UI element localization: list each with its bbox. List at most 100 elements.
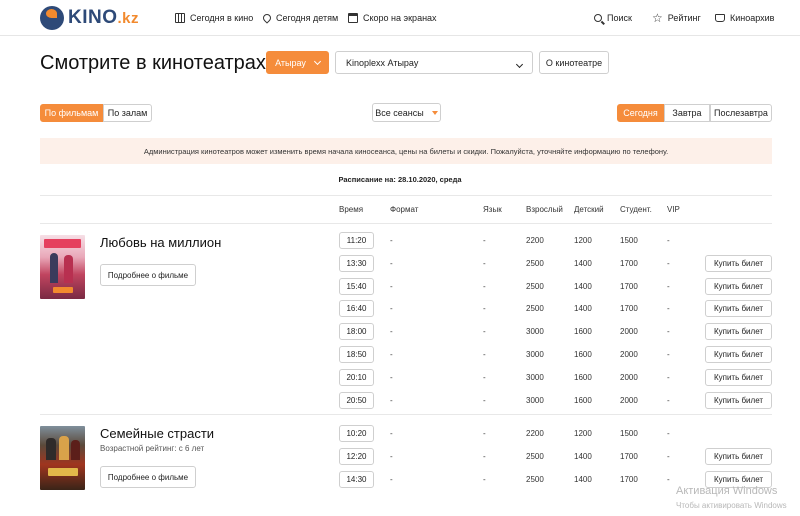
cinema-label: Kinoplexx Атырау [346, 57, 419, 68]
sessions-filter-dropdown[interactable]: Все сеансы [372, 103, 441, 122]
student-price-cell: 1700 [620, 281, 638, 291]
tab-label: Завтра [672, 108, 702, 118]
session-row: 16:40 - - 2500 1400 1700 - Купить билет [0, 300, 800, 323]
format-cell: - [390, 395, 393, 405]
tab-label: Сегодня [623, 108, 658, 118]
student-price-cell: 2000 [620, 372, 638, 382]
language-cell: - [483, 474, 486, 484]
format-cell: - [390, 372, 393, 382]
format-cell: - [390, 236, 393, 245]
buy-ticket-button[interactable]: Купить билет [705, 447, 772, 465]
about-cinema-button[interactable]: О кинотеатре [539, 51, 609, 74]
buy-ticket-button[interactable]: Купить билет [705, 346, 772, 363]
nav-today-for-kids[interactable]: Сегодня детям [261, 0, 338, 36]
session-row: 10:20 - - 2200 1200 1500 - [0, 425, 800, 448]
tab-by-halls[interactable]: По залам [103, 104, 152, 122]
tab-today[interactable]: Сегодня [617, 104, 664, 122]
session-time-button[interactable]: 12:20 [339, 447, 374, 465]
adult-price-cell: 2500 [526, 258, 544, 268]
buy-ticket-button[interactable]: Купить билет [705, 391, 772, 409]
buy-ticket-button[interactable]: Купить билет [705, 254, 772, 272]
buy-ticket-button[interactable]: Купить билет [705, 323, 772, 341]
session-time-button[interactable]: 16:40 [339, 300, 374, 318]
dropdown-triangle-icon [431, 110, 438, 115]
page-title: Смотрите в кинотеатрах [40, 52, 266, 74]
buy-ticket-button[interactable]: Купить билет [705, 368, 772, 386]
nav-today-in-cinema[interactable]: Сегодня в кино [175, 0, 253, 36]
student-price-cell: 1700 [620, 474, 638, 484]
vip-price-cell: - [667, 350, 670, 359]
session-time-button[interactable]: 14:30 [339, 470, 374, 488]
buy-ticket-button[interactable]: Купить билет [705, 300, 772, 318]
session-time-button[interactable]: 13:30 [339, 254, 374, 272]
col-language: Язык [483, 205, 502, 214]
student-price-cell: 1700 [620, 451, 638, 461]
session-time-button[interactable]: 15:40 [339, 277, 374, 295]
vip-price-cell: - [667, 474, 670, 484]
site-logo[interactable]: KINO.kz [40, 6, 139, 30]
child-price-cell: 1200 [574, 429, 592, 438]
language-cell: - [483, 372, 486, 382]
chevron-down-icon [313, 57, 321, 65]
language-cell: - [483, 395, 486, 405]
adult-price-cell: 3000 [526, 395, 544, 405]
archive-icon [715, 14, 725, 22]
child-price-cell: 1400 [574, 281, 592, 291]
nav-rating[interactable]: ☆ Рейтинг [652, 0, 701, 36]
session-time-button[interactable]: 20:50 [339, 391, 374, 409]
adult-price-cell: 2500 [526, 451, 544, 461]
session-time-button[interactable]: 18:50 [339, 346, 374, 363]
tab-day-after-tomorrow[interactable]: Послезавтра [710, 104, 772, 122]
nav-label: Рейтинг [667, 13, 701, 23]
nav-label: Скоро на экранах [363, 13, 437, 23]
divider [40, 195, 772, 196]
nav-label: Киноархив [730, 13, 775, 23]
nav-search[interactable]: Поиск [594, 0, 632, 36]
session-row: 18:00 - - 3000 1600 2000 - Купить билет [0, 323, 800, 346]
child-price-cell: 1600 [574, 327, 592, 337]
adult-price-cell: 3000 [526, 350, 544, 359]
tab-label: Послезавтра [714, 108, 768, 118]
session-time-button[interactable]: 10:20 [339, 425, 374, 442]
child-price-cell: 1400 [574, 258, 592, 268]
session-time-button[interactable]: 18:00 [339, 323, 374, 341]
format-cell: - [390, 327, 393, 337]
star-icon: ☆ [652, 11, 663, 25]
child-price-cell: 1400 [574, 304, 592, 314]
adult-price-cell: 3000 [526, 327, 544, 337]
film-icon [175, 13, 185, 23]
tab-tomorrow[interactable]: Завтра [664, 104, 710, 122]
cinema-select[interactable]: Kinoplexx Атырау [335, 51, 533, 74]
session-time-button[interactable]: 11:20 [339, 232, 374, 249]
buy-ticket-button[interactable]: Купить билет [705, 277, 772, 295]
adult-price-cell: 2500 [526, 281, 544, 291]
child-price-cell: 1400 [574, 474, 592, 484]
language-cell: - [483, 258, 486, 268]
vip-price-cell: - [667, 327, 670, 337]
logo-suffix: .kz [117, 10, 140, 27]
adult-price-cell: 2200 [526, 429, 544, 438]
sessions-filter-label: Все сеансы [375, 107, 424, 118]
child-price-cell: 1600 [574, 372, 592, 382]
student-price-cell: 1500 [620, 236, 638, 245]
language-cell: - [483, 350, 486, 359]
vip-price-cell: - [667, 236, 670, 245]
site-header: KINO.kz Сегодня в кино Сегодня детям Ско… [0, 0, 800, 36]
session-time-button[interactable]: 20:10 [339, 368, 374, 386]
col-student: Студент. [620, 205, 652, 214]
child-price-cell: 1200 [574, 236, 592, 245]
child-price-cell: 1400 [574, 451, 592, 461]
search-icon [594, 14, 602, 22]
tab-label: По фильмам [44, 108, 99, 118]
city-dropdown[interactable]: Атырау [266, 51, 329, 74]
nav-coming-soon[interactable]: Скоро на экранах [348, 0, 437, 36]
nav-archive[interactable]: Киноархив [715, 0, 774, 36]
language-cell: - [483, 429, 486, 438]
about-cinema-label: О кинотеатре [545, 57, 603, 68]
adult-price-cell: 2200 [526, 236, 544, 245]
adult-price-cell: 3000 [526, 372, 544, 382]
calendar-icon [348, 13, 358, 23]
notice-banner: Администрация кинотеатров может изменить… [40, 138, 772, 164]
col-format: Формат [390, 205, 419, 214]
tab-by-movies[interactable]: По фильмам [40, 104, 103, 122]
